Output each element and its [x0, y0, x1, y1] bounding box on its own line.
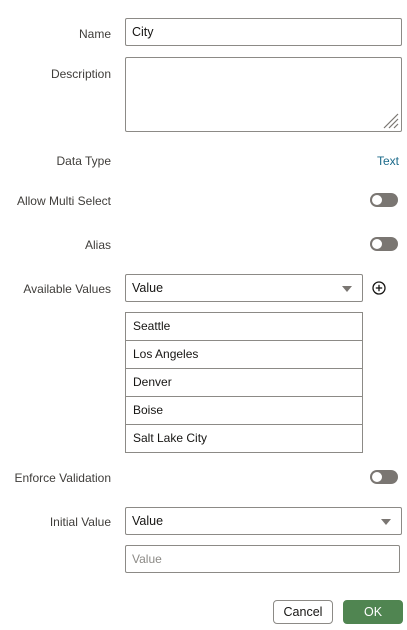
alias-label: Alias — [84, 238, 111, 252]
initial-value-select[interactable]: Value — [125, 507, 402, 535]
description-textarea[interactable] — [125, 57, 402, 132]
name-label: Name — [78, 27, 111, 41]
chevron-down-icon — [381, 519, 391, 525]
list-item[interactable]: Seattle — [126, 313, 362, 341]
enforce-validation-toggle[interactable] — [370, 470, 398, 484]
list-item[interactable]: Los Angeles — [126, 341, 362, 369]
data-type-value: Text — [376, 154, 399, 168]
data-type-label: Data Type — [56, 154, 111, 168]
available-values-selected: Value — [132, 281, 164, 295]
available-values-label: Available Values — [23, 282, 111, 296]
resize-grip-icon[interactable] — [379, 109, 399, 129]
description-label: Description — [50, 67, 111, 81]
initial-value-label: Initial Value — [49, 515, 111, 529]
list-item[interactable]: Salt Lake City — [126, 425, 362, 452]
allow-multi-select-toggle[interactable] — [370, 193, 398, 207]
initial-value-input[interactable]: Value — [125, 545, 400, 573]
list-item[interactable]: Denver — [126, 369, 362, 397]
available-values-select[interactable]: Value — [125, 274, 363, 302]
alias-toggle[interactable] — [370, 237, 398, 251]
list-item[interactable]: Boise — [126, 397, 362, 425]
toggle-knob — [372, 239, 382, 249]
chevron-down-icon — [342, 286, 352, 292]
available-values-list: Seattle Los Angeles Denver Boise Salt La… — [125, 312, 363, 453]
plus-circle-icon[interactable] — [372, 281, 386, 295]
ok-button[interactable]: OK — [343, 600, 403, 624]
initial-value-placeholder: Value — [132, 552, 162, 566]
initial-value-selected: Value — [132, 514, 164, 528]
toggle-knob — [372, 195, 382, 205]
allow-multi-select-label: Allow Multi Select — [16, 194, 111, 208]
name-input[interactable] — [125, 18, 402, 46]
toggle-knob — [372, 472, 382, 482]
enforce-validation-label: Enforce Validation — [14, 471, 111, 485]
cancel-button[interactable]: Cancel — [273, 600, 333, 624]
